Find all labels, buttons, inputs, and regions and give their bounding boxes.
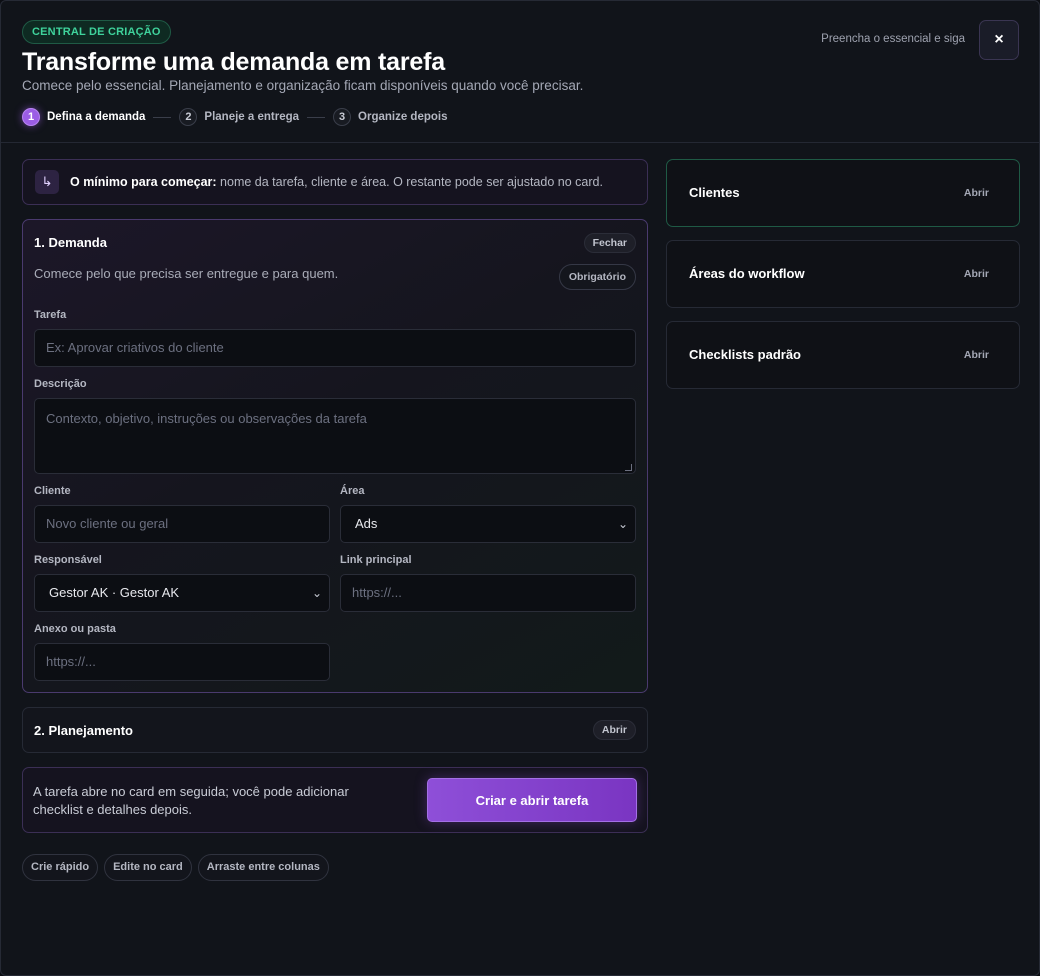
create-footer: A tarefa abre no card em seguida; você p… xyxy=(22,767,648,833)
tip-chip: Arraste entre colunas xyxy=(197,854,329,881)
step-label: Organize depois xyxy=(358,111,448,123)
step-organize[interactable]: 3 Organize depois xyxy=(333,108,448,126)
link-input[interactable]: https://... xyxy=(340,574,636,612)
responsavel-select[interactable]: Gestor AK · Gestor AK ⌄ xyxy=(34,574,330,612)
demanda-section: 1. Demanda Fechar Comece pelo que precis… xyxy=(22,219,648,693)
close-icon: × xyxy=(994,31,1004,48)
section-eyebrow-badge: CENTRAL DE CRIAÇÃO xyxy=(22,20,171,44)
tarefa-input[interactable]: Ex: Aprovar criativos do cliente xyxy=(34,329,636,367)
minimum-info-banner: ↳ O mínimo para começar: nome da tarefa,… xyxy=(22,159,648,205)
modal-header: CENTRAL DE CRIAÇÃO Transforme uma demand… xyxy=(1,1,1039,143)
descricao-textarea[interactable]: Contexto, objetivo, instruções ou observ… xyxy=(34,398,636,474)
descricao-placeholder: Contexto, objetivo, instruções ou observ… xyxy=(46,411,367,426)
responsavel-selected-value: Gestor AK · Gestor AK xyxy=(49,585,180,600)
info-text-body: nome da tarefa, cliente e área. O restan… xyxy=(216,175,603,189)
step-divider xyxy=(307,116,326,118)
step-number: 1 xyxy=(22,108,40,126)
planejamento-section[interactable]: 2. Planejamento Abrir xyxy=(22,707,648,753)
info-text-bold: O mínimo para começar: xyxy=(70,175,217,189)
tip-chip: Crie rápido xyxy=(22,854,99,881)
anexo-input[interactable]: https://... xyxy=(34,643,330,681)
tarefa-label: Tarefa xyxy=(34,309,67,321)
stepper: 1 Defina a demanda 2 Planeje a entrega 3… xyxy=(22,108,448,126)
side-card-open-button[interactable]: Abrir xyxy=(964,241,989,307)
step-label: Defina a demanda xyxy=(47,111,146,123)
planejamento-open-button[interactable]: Abrir xyxy=(592,720,636,740)
footer-text: A tarefa abre no card em seguida; você p… xyxy=(33,784,349,817)
demanda-section-title: 1. Demanda xyxy=(34,235,107,250)
area-select[interactable]: Ads ⌄ xyxy=(340,505,636,543)
side-card-clientes[interactable]: Clientes Abrir xyxy=(666,159,1020,227)
side-card-title: Áreas do workflow xyxy=(689,266,805,281)
step-plan[interactable]: 2 Planeje a entrega xyxy=(179,108,299,126)
descricao-label: Descrição xyxy=(34,378,87,390)
demanda-section-description: Comece pelo que precisa ser entregue e p… xyxy=(34,266,339,281)
chevron-down-icon: ⌄ xyxy=(311,586,322,600)
required-badge: Obrigatório xyxy=(558,264,636,290)
header-hint: Preencha o essencial e siga xyxy=(821,33,965,45)
demanda-collapse-button[interactable]: Fechar xyxy=(583,233,636,253)
side-card-checklists[interactable]: Checklists padrão Abrir xyxy=(666,321,1020,389)
create-task-modal: CENTRAL DE CRIAÇÃO Transforme uma demand… xyxy=(0,0,1040,976)
anexo-label: Anexo ou pasta xyxy=(34,623,116,635)
info-text: O mínimo para começar: nome da tarefa, c… xyxy=(70,175,603,189)
page-subtitle: Comece pelo essencial. Planejamento e or… xyxy=(22,78,584,93)
return-arrow-icon: ↳ xyxy=(35,170,59,194)
step-label: Planeje a entrega xyxy=(204,111,300,123)
step-number: 2 xyxy=(179,108,198,126)
planejamento-section-title: 2. Planejamento xyxy=(34,723,133,738)
area-label: Área xyxy=(340,485,365,497)
area-selected-value: Ads xyxy=(355,516,378,531)
cliente-input[interactable]: Novo cliente ou geral xyxy=(34,505,330,543)
link-label: Link principal xyxy=(340,554,412,566)
step-divider xyxy=(153,116,172,118)
responsavel-label: Responsável xyxy=(34,554,102,566)
close-button[interactable]: × xyxy=(979,20,1019,60)
cliente-label: Cliente xyxy=(34,485,71,497)
side-card-open-button[interactable]: Abrir xyxy=(964,322,989,388)
resize-handle-icon[interactable] xyxy=(625,464,632,471)
create-and-open-task-button[interactable]: Criar e abrir tarefa xyxy=(427,778,637,822)
tips-chips: Crie rápido Edite no card Arraste entre … xyxy=(22,854,335,881)
side-card-areas[interactable]: Áreas do workflow Abrir xyxy=(666,240,1020,308)
step-define[interactable]: 1 Defina a demanda xyxy=(22,108,145,126)
side-card-title: Checklists padrão xyxy=(689,347,801,362)
chevron-down-icon: ⌄ xyxy=(617,517,628,531)
side-card-open-button[interactable]: Abrir xyxy=(964,160,989,226)
tip-chip: Edite no card xyxy=(104,854,192,881)
side-card-title: Clientes xyxy=(689,185,740,200)
page-title: Transforme uma demanda em tarefa xyxy=(22,48,445,76)
step-number: 3 xyxy=(333,108,352,126)
